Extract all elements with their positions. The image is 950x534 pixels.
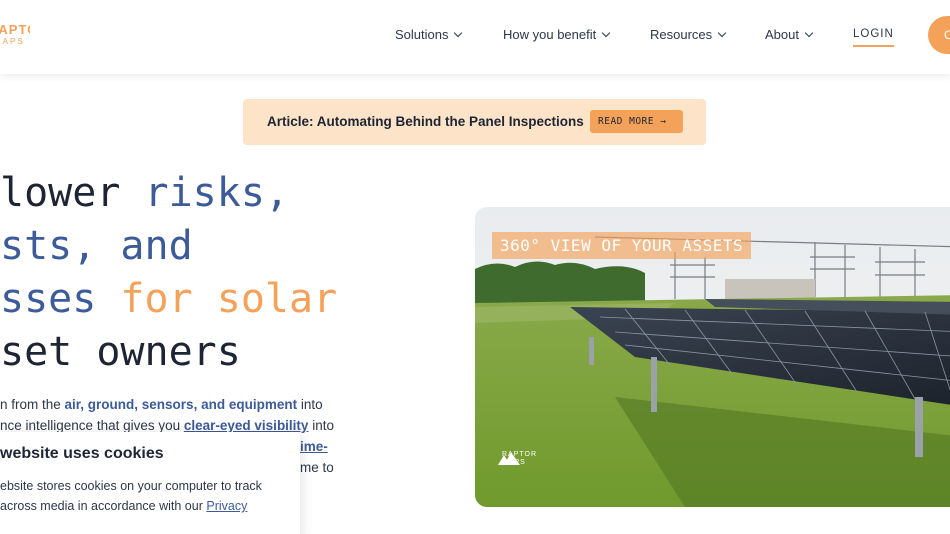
cookie-text: ebsite stores cookies on your computer t… bbox=[0, 476, 262, 516]
brand-logo[interactable]: RAPTOR MAPS bbox=[0, 22, 30, 48]
video-watermark-logo: RAPTOR MAPS bbox=[498, 451, 537, 467]
hero-word: set owners bbox=[0, 329, 241, 375]
nav-resources[interactable]: Resources bbox=[650, 27, 727, 42]
paragraph-text: into bbox=[297, 397, 323, 412]
paragraph-text: me to bbox=[300, 460, 334, 475]
nav-solutions-label: Solutions bbox=[395, 27, 449, 42]
nav-solutions[interactable]: Solutions bbox=[395, 27, 463, 42]
hero-word: and bbox=[96, 223, 193, 269]
top-navbar: RAPTOR MAPS Solutions How you benefit Re… bbox=[0, 0, 950, 74]
nav-how-you-benefit-label: How you benefit bbox=[503, 27, 597, 42]
paragraph-text: into bbox=[308, 418, 334, 433]
paragraph-text: n from the bbox=[0, 397, 65, 412]
hero-word: lower bbox=[0, 170, 121, 216]
nav-about-label: About bbox=[765, 27, 799, 42]
hero-line-1: lower risks, bbox=[0, 167, 289, 220]
paragraph-link[interactable]: clear-eyed visibility bbox=[184, 418, 309, 433]
hero-word: for solar bbox=[96, 276, 338, 322]
privacy-link[interactable]: Privacy bbox=[206, 499, 247, 513]
nav-resources-label: Resources bbox=[650, 27, 713, 42]
hero-paragraph-line: n from the air, ground, sensors, and equ… bbox=[0, 394, 350, 415]
contact-button[interactable]: C bbox=[928, 16, 950, 54]
cookie-title: website uses cookies bbox=[0, 445, 164, 462]
video-overlay-label: 360° VIEW OF YOUR ASSETS bbox=[492, 232, 752, 259]
hero-paragraph-line: me to bbox=[300, 457, 350, 478]
nav-how-you-benefit[interactable]: How you benefit bbox=[503, 27, 611, 42]
chevron-down-icon bbox=[804, 28, 814, 38]
login-link[interactable]: LOGIN bbox=[853, 28, 894, 47]
hero-line-4: set owners bbox=[0, 326, 241, 379]
nav-about[interactable]: About bbox=[765, 27, 814, 42]
chevron-down-icon bbox=[717, 28, 727, 38]
cookie-banner: website uses cookies ebsite stores cooki… bbox=[0, 432, 300, 534]
read-more-button[interactable]: READ MORE → bbox=[590, 110, 683, 133]
hero-video[interactable]: 360° VIEW OF YOUR ASSETS RAPTOR MAPS bbox=[475, 207, 950, 507]
hero-line-3: sses for solar bbox=[0, 273, 337, 326]
cookie-text-line: across media in accordance with our bbox=[0, 499, 207, 513]
cookie-text-line: ebsite stores cookies on your computer t… bbox=[0, 479, 262, 493]
mountain-logo-icon bbox=[498, 452, 520, 465]
chevron-down-icon bbox=[601, 28, 611, 38]
logo-subtext: MAPS bbox=[0, 37, 25, 46]
hero-paragraph-line: ime- bbox=[300, 436, 350, 457]
article-banner: Article: Automating Behind the Panel Ins… bbox=[243, 99, 706, 145]
banner-text: Article: Automating Behind the Panel Ins… bbox=[267, 114, 584, 129]
hero-word: sts, bbox=[0, 223, 97, 269]
paragraph-link[interactable]: ime- bbox=[300, 439, 328, 454]
hero-word: risks, bbox=[120, 170, 290, 216]
hero-line-2: sts, and bbox=[0, 220, 193, 273]
paragraph-highlight: air, ground, sensors, and equipment bbox=[64, 397, 298, 412]
hero-word: sses bbox=[0, 276, 97, 322]
chevron-down-icon bbox=[454, 28, 463, 38]
paragraph-text: nce intelligence that gives you bbox=[0, 418, 184, 433]
logo-wordmark: RAPTOR bbox=[0, 22, 30, 37]
